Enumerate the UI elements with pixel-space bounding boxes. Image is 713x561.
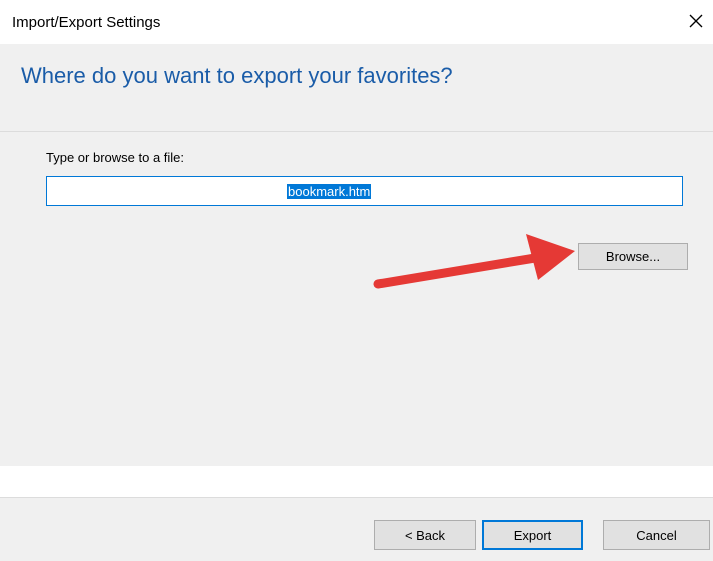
back-button[interactable]: < Back (374, 520, 476, 550)
title-bar: Import/Export Settings (0, 0, 713, 44)
cancel-button[interactable]: Cancel (603, 520, 710, 550)
file-path-label: Type or browse to a file: (46, 150, 185, 165)
file-path-input[interactable]: bookmark.htm (46, 176, 683, 206)
close-icon[interactable] (685, 10, 707, 32)
file-path-value: bookmark.htm (287, 184, 372, 199)
dialog-header: Where do you want to export your favorit… (0, 44, 713, 132)
annotation-arrow-icon (373, 234, 575, 289)
export-button[interactable]: Export (482, 520, 583, 550)
browse-button[interactable]: Browse... (578, 243, 688, 270)
window-title: Import/Export Settings (12, 14, 161, 31)
page-heading: Where do you want to export your favorit… (21, 63, 453, 88)
